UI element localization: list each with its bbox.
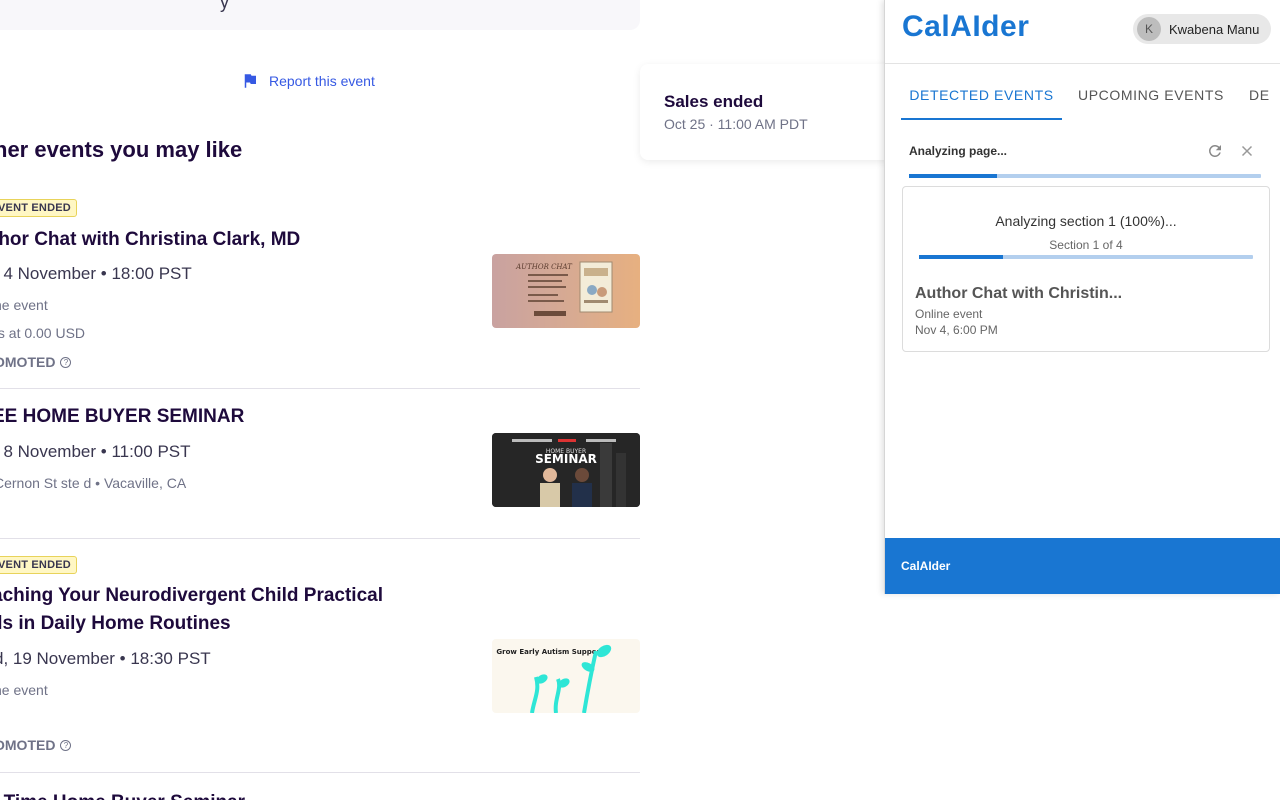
promoted-text: OMOTED	[0, 354, 56, 370]
author-chat-heading: AUTHOR CHAT	[515, 263, 573, 271]
event-date: , 8 November • 11:00 PST	[0, 442, 191, 461]
section-progress-fill	[919, 255, 1003, 259]
event-date: , 4 November • 18:00 PST	[0, 264, 192, 283]
event-date: d, 19 November • 18:30 PST	[0, 649, 211, 668]
analyzing-label: Analyzing page...	[909, 144, 1008, 158]
close-icon[interactable]	[1236, 140, 1258, 162]
event-card[interactable]: VENT ENDED thor Chat with Christina Clar…	[0, 190, 640, 389]
promoted-text: OMOTED	[0, 737, 56, 753]
event-ended-badge: VENT ENDED	[0, 556, 77, 574]
section-analysis-card: Analyzing section 1 (100%)... Section 1 …	[902, 186, 1270, 352]
event-ended-badge: VENT ENDED	[0, 199, 77, 217]
event-card[interactable]: t Time Home Buyer Seminar	[0, 773, 640, 800]
event-thumbnail[interactable]: AUTHOR CHAT	[492, 254, 640, 328]
event-title[interactable]: EE HOME BUYER SEMINAR	[0, 403, 244, 431]
promoted-label: OMOTED ?	[0, 354, 72, 370]
report-event-label: Report this event	[269, 73, 375, 89]
event-title[interactable]: t Time Home Buyer Seminar	[0, 789, 245, 800]
tab-bar: DETECTED EVENTS UPCOMING EVENTS DE	[885, 64, 1280, 120]
promoted-label: OMOTED ?	[0, 737, 72, 753]
info-icon[interactable]: ?	[60, 356, 72, 368]
detected-event-title[interactable]: Author Chat with Christin...	[915, 285, 1122, 303]
user-menu[interactable]: K Kwabena Manu	[1133, 14, 1272, 44]
panel-header: CalAIder K Kwabena Manu	[885, 0, 1280, 64]
tab-upcoming-events[interactable]: UPCOMING EVENTS	[1078, 64, 1224, 120]
event-thumbnail[interactable]: Grow Early Autism Supports	[492, 639, 640, 713]
user-name: Kwabena Manu	[1169, 21, 1260, 37]
flag-icon	[244, 74, 256, 88]
tab-detected-events[interactable]: DETECTED EVENTS	[901, 64, 1062, 120]
event-title-line1[interactable]: aching Your Neurodivergent Child Practic…	[0, 582, 383, 610]
panel-footer: CalAIder	[885, 538, 1280, 594]
section-title: her events you may like	[0, 137, 243, 162]
refresh-icon[interactable]	[1204, 140, 1226, 162]
info-icon[interactable]: ?	[60, 739, 72, 751]
sales-status-card: Sales ended Oct 25 · 11:00 AM PDT	[640, 64, 900, 160]
event-location: Cernon St ste d • Vacaville, CA	[0, 475, 187, 491]
page-progress-fill	[909, 174, 997, 178]
section-progress-bar	[919, 255, 1253, 259]
footer-brand: CalAIder	[901, 559, 951, 573]
event-price: ts at 0.00 USD	[0, 325, 86, 341]
sales-status-date: Oct 25 · 11:00 AM PDT	[664, 116, 808, 132]
tab-more[interactable]: DE	[1249, 64, 1270, 120]
sales-status-title: Sales ended	[664, 92, 764, 111]
avatar: K	[1137, 17, 1161, 41]
autism-supports-flyer-image: Grow Early Autism Supports	[496, 644, 612, 713]
event-card[interactable]: VENT ENDED aching Your Neurodivergent Ch…	[0, 539, 640, 773]
detected-event-location: Online event	[915, 307, 983, 321]
report-event-link[interactable]: Report this event	[241, 72, 375, 90]
event-title-line2[interactable]: lls in Daily Home Routines	[0, 610, 231, 638]
analyzing-status: Analyzing page...	[909, 138, 1265, 164]
author-chat-flyer-image: AUTHOR CHAT	[515, 261, 613, 316]
event-location: ne event	[0, 682, 48, 698]
page-progress-bar	[909, 174, 1261, 178]
event-title[interactable]: thor Chat with Christina Clark, MD	[0, 226, 300, 254]
section-status: Analyzing section 1 (100%)...	[995, 213, 1177, 229]
seminar-heading: SEMINAR	[535, 452, 597, 466]
event-thumbnail[interactable]: HOME BUYER SEMINAR	[492, 433, 640, 507]
event-card[interactable]: EE HOME BUYER SEMINAR , 8 November • 11:…	[0, 389, 640, 539]
thumb-caption: Grow Early Autism Supports	[496, 648, 607, 656]
brand-logo: CalAIder	[902, 10, 1030, 43]
section-counter: Section 1 of 4	[1049, 238, 1123, 252]
seminar-flyer-image: HOME BUYER SEMINAR	[492, 433, 640, 507]
info-card: y	[0, 0, 640, 30]
detected-event-time: Nov 4, 6:00 PM	[915, 323, 998, 337]
extension-panel: CalAIder K Kwabena Manu DETECTED EVENTS …	[884, 0, 1280, 594]
page: y Report this event her events you may l…	[0, 0, 1280, 800]
info-card-text: y	[220, 0, 229, 12]
event-location: ne event	[0, 297, 48, 313]
